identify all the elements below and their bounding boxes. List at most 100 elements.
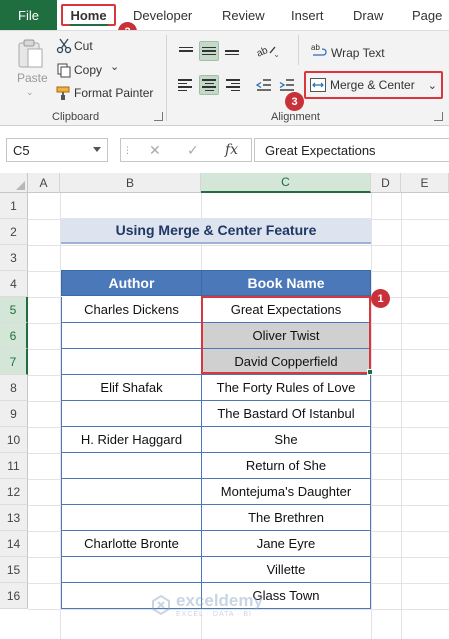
row-header-4[interactable]: 4 — [0, 271, 28, 297]
insert-function-icon[interactable]: fx — [225, 142, 238, 158]
copy-dropdown-icon[interactable]: ⌄ — [110, 60, 119, 73]
increase-indent-icon[interactable] — [279, 77, 295, 93]
wrap-text-button[interactable]: Wrap Text — [331, 46, 385, 60]
book-name-cell[interactable]: The Brethren — [201, 505, 371, 531]
author-cell[interactable] — [61, 349, 202, 375]
more-icon: ⋮ — [123, 145, 132, 155]
book-name-cell[interactable]: Jane Eyre — [201, 531, 371, 557]
header-author[interactable]: Author — [61, 270, 202, 296]
watermark: exceldemy EXCEL · DATA · BI — [150, 591, 263, 618]
paste-button[interactable]: Paste — [17, 71, 48, 85]
book-name-cell[interactable]: Oliver Twist — [201, 323, 371, 349]
tab-developer[interactable]: Developer — [133, 0, 192, 30]
worksheet-grid: A B C D E 1 2 3 4 5 6 7 8 9 10 11 12 13 14 15 16 Using … — [0, 173, 449, 639]
book-name-cell[interactable]: Montejuma's Daughter — [201, 479, 371, 505]
book-name-cell[interactable]: The Bastard Of Istanbul — [201, 401, 371, 427]
book-name-cell[interactable]: The Forty Rules of Love — [201, 375, 371, 401]
align-middle-button[interactable] — [199, 41, 219, 61]
tab-home-underline — [70, 24, 108, 26]
tab-page[interactable]: Page — [412, 0, 442, 30]
name-box[interactable]: C5 — [6, 138, 108, 162]
paste-icon[interactable] — [14, 39, 46, 69]
ribbon: Paste ⌄ Cut Copy ⌄ Format Painter Clipbo… — [0, 30, 449, 126]
gridline-row — [28, 245, 449, 246]
author-cell[interactable] — [61, 557, 202, 583]
tab-home[interactable]: Home — [61, 4, 116, 26]
row-header-14[interactable]: 14 — [0, 531, 28, 557]
row-header-8[interactable]: 8 — [0, 375, 28, 401]
align-left-button[interactable] — [176, 75, 196, 95]
align-top-button[interactable] — [176, 41, 196, 61]
row-header-2[interactable]: 2 — [0, 219, 28, 245]
enter-icon[interactable]: ✓ — [187, 142, 199, 159]
author-cell[interactable] — [61, 323, 202, 349]
ribbon-tab-bar: File Home Developer Review Insert Draw P… — [0, 0, 449, 30]
orientation-icon[interactable]: ab ⌄ — [256, 43, 278, 59]
tab-file[interactable]: File — [0, 0, 57, 30]
ribbon-group-divider — [166, 35, 167, 121]
row-header-10[interactable]: 10 — [0, 427, 28, 453]
formula-input[interactable]: Great Expectations — [254, 138, 449, 162]
author-cell[interactable] — [61, 505, 202, 531]
book-name-cell[interactable]: Return of She — [201, 453, 371, 479]
svg-text:ab: ab — [311, 43, 320, 52]
author-cell[interactable]: Charlotte Bronte — [61, 531, 202, 557]
tab-review[interactable]: Review — [222, 0, 265, 30]
step-badge-3: 3 — [285, 92, 304, 111]
row-header-13[interactable]: 13 — [0, 505, 28, 531]
column-header-b[interactable]: B — [60, 173, 201, 193]
decrease-indent-icon[interactable] — [256, 77, 272, 93]
cancel-icon[interactable]: ✕ — [149, 142, 161, 159]
name-box-value: C5 — [13, 143, 30, 158]
copy-button[interactable]: Copy — [74, 63, 102, 77]
merge-center-highlight: Merge & Center ⌄ — [304, 71, 443, 99]
scissors-icon[interactable] — [56, 38, 72, 54]
column-header-e[interactable]: E — [401, 173, 449, 193]
book-name-cell[interactable]: Great Expectations — [201, 297, 371, 323]
name-box-dropdown-icon[interactable] — [93, 147, 101, 152]
book-name-cell[interactable]: David Copperfield — [201, 349, 371, 375]
tab-insert[interactable]: Insert — [291, 0, 324, 30]
row-header-3[interactable]: 3 — [0, 245, 28, 271]
row-header-6[interactable]: 6 — [0, 323, 28, 349]
align-right-button[interactable] — [222, 75, 242, 95]
cut-button[interactable]: Cut — [74, 39, 93, 53]
row-header-12[interactable]: 12 — [0, 479, 28, 505]
tab-draw[interactable]: Draw — [353, 0, 383, 30]
row-header-5[interactable]: 5 — [0, 297, 28, 323]
row-header-7[interactable]: 7 — [0, 349, 28, 375]
author-cell[interactable] — [61, 479, 202, 505]
author-cell[interactable]: Elif Shafak — [61, 375, 202, 401]
row-header-15[interactable]: 15 — [0, 557, 28, 583]
header-book-name[interactable]: Book Name — [201, 270, 371, 296]
column-header-d[interactable]: D — [371, 173, 401, 193]
column-header-a[interactable]: A — [28, 173, 60, 193]
row-header-9[interactable]: 9 — [0, 401, 28, 427]
row-header-11[interactable]: 11 — [0, 453, 28, 479]
author-cell[interactable]: Charles Dickens — [61, 297, 202, 323]
author-cell[interactable] — [61, 401, 202, 427]
author-cell[interactable]: H. Rider Haggard — [61, 427, 202, 453]
row-header-1[interactable]: 1 — [0, 193, 28, 219]
book-name-cell[interactable]: Villette — [201, 557, 371, 583]
merge-dropdown-icon[interactable]: ⌄ — [428, 79, 437, 92]
paste-dropdown-icon[interactable]: ⌄ — [26, 87, 34, 98]
merge-center-button[interactable]: Merge & Center ⌄ — [310, 76, 437, 94]
step-badge-1: 1 — [371, 289, 390, 308]
sheet-title[interactable]: Using Merge & Center Feature — [61, 218, 371, 244]
column-header-c[interactable]: C — [201, 173, 371, 193]
svg-text:⌄: ⌄ — [273, 49, 278, 59]
align-bottom-button[interactable] — [222, 41, 242, 61]
select-all-corner[interactable] — [0, 173, 28, 193]
clipboard-launcher-icon[interactable] — [154, 112, 163, 121]
align-center-button[interactable] — [199, 75, 219, 95]
author-cell[interactable] — [61, 453, 202, 479]
wrap-text-icon[interactable]: ab — [311, 42, 327, 58]
format-painter-icon[interactable] — [56, 85, 72, 101]
fill-handle[interactable] — [367, 369, 373, 375]
book-name-cell[interactable]: She — [201, 427, 371, 453]
alignment-launcher-icon[interactable] — [434, 112, 443, 121]
copy-icon[interactable] — [56, 62, 72, 78]
format-painter-button[interactable]: Format Painter — [74, 86, 153, 100]
row-header-16[interactable]: 16 — [0, 583, 28, 609]
